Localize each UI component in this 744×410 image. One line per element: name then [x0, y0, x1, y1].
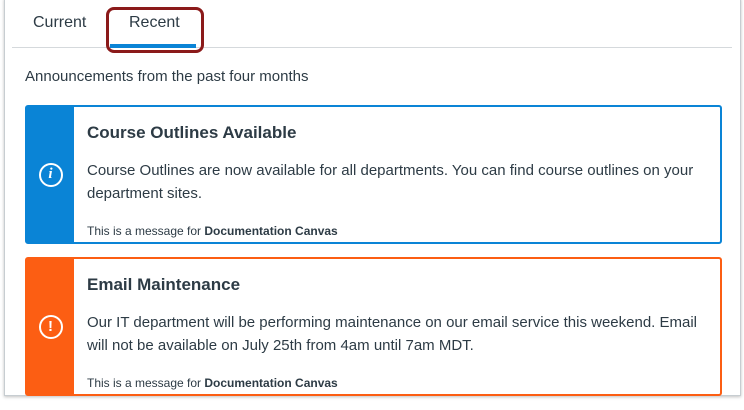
highlight-annotation [106, 7, 204, 53]
announcement-title: Course Outlines Available [87, 123, 297, 142]
announcement-body: Course Outlines are now available for al… [87, 162, 694, 202]
announcement-footer: This is a message for Documentation Canv… [87, 376, 338, 390]
announcement-title: Email Maintenance [87, 275, 241, 294]
announcement-footer: This is a message for Documentation Canv… [87, 224, 338, 238]
info-icon: i [38, 162, 63, 187]
announcement-card-warning: ! Email Maintenance Our IT department wi… [25, 257, 722, 396]
announcement-card-info: i Course Outlines Available Course Outli… [25, 105, 722, 244]
subtitle: Announcements from the past four months [25, 68, 309, 85]
tab-current[interactable]: Current [33, 14, 86, 32]
announcement-body: Our IT department will be performing mai… [87, 314, 698, 354]
warning-icon: ! [38, 314, 63, 339]
